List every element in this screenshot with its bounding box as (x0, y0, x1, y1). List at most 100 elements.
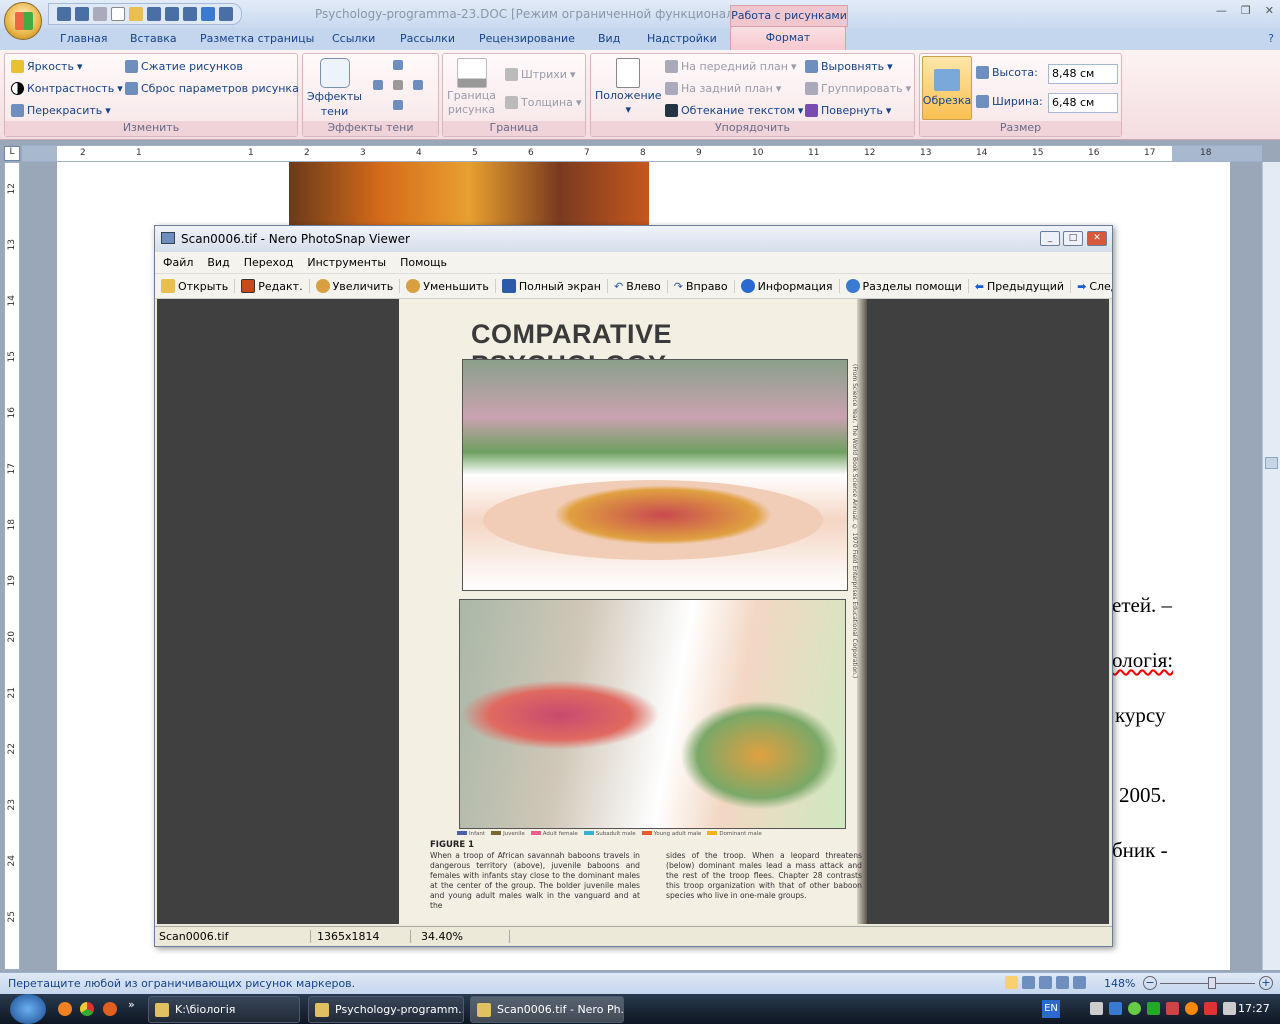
language-indicator[interactable]: EN (1042, 1000, 1060, 1018)
attach-icon[interactable] (147, 7, 161, 21)
vertical-ruler[interactable]: 12 13 14 15 16 17 18 19 20 21 22 23 24 25 (4, 162, 20, 970)
compress-pictures-button[interactable]: Сжатие рисунков (125, 60, 243, 73)
print-icon[interactable] (165, 7, 179, 21)
tab-addins[interactable]: Надстройки (647, 32, 717, 45)
rotate-left-button[interactable]: ↶ Влево (608, 279, 668, 293)
zoom-out-icon[interactable]: − (1143, 976, 1157, 990)
previous-button[interactable]: ⬅ Предыдущий (969, 279, 1072, 293)
tab-insert[interactable]: Вставка (130, 32, 177, 45)
usb-icon[interactable] (1090, 1002, 1103, 1015)
info-button[interactable]: Информация (735, 279, 840, 293)
menu-view[interactable]: Вид (207, 256, 229, 269)
save-icon[interactable] (57, 7, 71, 21)
avast-icon[interactable] (58, 1002, 72, 1016)
menu-file[interactable]: Файл (163, 256, 193, 269)
clock[interactable]: 17:27 (1238, 1002, 1270, 1015)
shadow-toggle-icon[interactable] (393, 80, 403, 90)
crop-button[interactable]: Обрезка (922, 56, 972, 120)
position-button[interactable]: Положение ▾ (595, 58, 662, 116)
tray-app-icon[interactable] (1166, 1002, 1179, 1015)
reset-picture-button[interactable]: Сброс параметров рисунка (125, 82, 299, 95)
minimize-icon[interactable]: — (1216, 4, 1227, 17)
undo-icon[interactable] (75, 7, 89, 21)
send-to-back-button[interactable]: На задний план ▾ (665, 82, 781, 95)
neuron-picture[interactable] (289, 162, 649, 225)
office-button[interactable] (4, 2, 42, 40)
redo-icon[interactable] (93, 7, 107, 21)
next-button[interactable]: ➡Следующ (1071, 280, 1112, 293)
print-preview-icon[interactable] (183, 7, 197, 21)
help-topics-button[interactable]: Разделы помощи (840, 279, 969, 293)
spelling-icon[interactable] (201, 7, 215, 21)
full-reading-icon[interactable] (1022, 976, 1035, 989)
help-icon[interactable]: ? (1268, 32, 1274, 45)
maximize-icon[interactable]: □ (1063, 231, 1083, 246)
rotate-right-button[interactable]: ↷ Вправо (668, 279, 735, 293)
group-button[interactable]: Группировать ▾ (805, 82, 911, 95)
tab-mailings[interactable]: Рассылки (400, 32, 455, 45)
rotate-button[interactable]: Повернуть ▾ (805, 104, 891, 117)
nudge-right-icon[interactable] (413, 80, 423, 90)
picture-border-button[interactable]: Граница рисунка (447, 58, 496, 116)
vertical-scrollbar[interactable] (1262, 162, 1280, 970)
volume-icon[interactable] (1223, 1002, 1236, 1015)
security-icon[interactable] (1128, 1002, 1141, 1015)
menu-help[interactable]: Помощь (400, 256, 447, 269)
minimize-icon[interactable]: _ (1040, 231, 1060, 246)
tray-error-icon[interactable] (1204, 1002, 1217, 1015)
new-document-icon[interactable] (111, 7, 125, 21)
outline-icon[interactable] (1056, 976, 1069, 989)
nudge-up-icon[interactable] (393, 60, 403, 70)
shadow-nudge-buttons[interactable] (373, 60, 423, 115)
align-button[interactable]: Выровнять ▾ (805, 60, 893, 73)
restore-icon[interactable]: ❐ (1241, 4, 1251, 17)
zoom-level[interactable]: 148% (1104, 977, 1135, 990)
tab-view[interactable]: Вид (598, 32, 620, 45)
scroll-thumb[interactable] (1265, 457, 1278, 469)
menu-go[interactable]: Переход (244, 256, 294, 269)
tab-selector[interactable]: L (4, 146, 20, 161)
close-icon[interactable]: ✕ (1265, 4, 1274, 17)
zoom-in-icon[interactable]: + (1259, 976, 1273, 990)
open-button[interactable]: Открыть (155, 279, 236, 293)
form-icon[interactable] (219, 7, 233, 21)
menu-tools[interactable]: Инструменты (307, 256, 386, 269)
web-layout-icon[interactable] (1039, 976, 1052, 989)
tab-page-layout[interactable]: Разметка страницы (200, 32, 314, 45)
taskbar-item-explorer[interactable]: K:\біологія (148, 996, 300, 1023)
recolor-button[interactable]: Перекрасить ▾ (11, 104, 111, 117)
tab-references[interactable]: Ссылки (332, 32, 375, 45)
tab-home[interactable]: Главная (60, 32, 108, 45)
network-icon[interactable] (1109, 1002, 1122, 1015)
zoom-slider-thumb[interactable] (1208, 977, 1216, 989)
tab-format[interactable]: Формат (730, 26, 846, 50)
shadow-effects-button[interactable]: Эффекты тени (307, 58, 362, 118)
height-input[interactable]: 8,48 см (1048, 64, 1118, 84)
open-icon[interactable] (129, 7, 143, 21)
zoom-in-button[interactable]: Увеличить (310, 279, 401, 293)
width-input[interactable]: 6,48 см (1048, 93, 1118, 113)
close-icon[interactable]: ✕ (1087, 231, 1107, 246)
text-wrapping-button[interactable]: Обтекание текстом ▾ (665, 104, 803, 117)
taskbar-item-nero[interactable]: Scan0006.tif - Nero Ph... (470, 996, 624, 1023)
bring-to-front-button[interactable]: На передний план ▾ (665, 60, 797, 73)
more-quicklaunch[interactable]: » (128, 998, 135, 1011)
weight-button[interactable]: Толщина ▾ (505, 96, 581, 109)
edit-button[interactable]: Редакт. (235, 279, 310, 293)
taskbar-item-word[interactable]: Psychology-programm... (308, 996, 464, 1023)
chrome-icon[interactable] (80, 1002, 94, 1016)
tab-review[interactable]: Рецензирование (479, 32, 575, 45)
print-layout-icon[interactable] (1005, 976, 1018, 989)
firefox-icon[interactable] (103, 1002, 117, 1016)
horizontal-ruler[interactable]: 2 1 1 2 3 4 5 6 7 8 9 10 11 12 13 14 15 16 17 18 (22, 145, 1262, 162)
fullscreen-button[interactable]: Полный экран (496, 279, 608, 293)
dashes-button[interactable]: Штрихи ▾ (505, 68, 576, 81)
draft-icon[interactable] (1073, 976, 1086, 989)
contrast-button[interactable]: Контрастность ▾ (11, 82, 123, 95)
nudge-left-icon[interactable] (373, 80, 383, 90)
connection-icon[interactable] (1147, 1002, 1160, 1015)
brightness-button[interactable]: Яркость ▾ (11, 60, 82, 73)
tray-orange-icon[interactable] (1185, 1002, 1198, 1015)
start-button[interactable] (10, 994, 46, 1024)
image-viewport[interactable]: COMPARATIVE PSYCHOLOGY (From Science Yea… (157, 299, 1109, 924)
